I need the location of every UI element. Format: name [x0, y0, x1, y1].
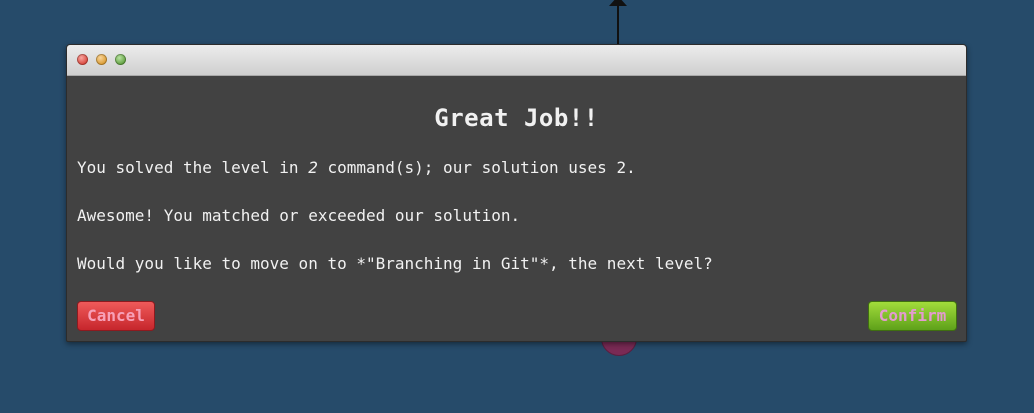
close-window-icon[interactable]	[77, 54, 88, 65]
command-count: 2	[308, 158, 318, 177]
dialog-content: Great Job!! You solved the level in 2 co…	[67, 104, 966, 276]
summary-suffix: command(s); our solution uses 2.	[317, 158, 636, 177]
arrow-up-icon	[609, 0, 627, 6]
solution-summary: You solved the level in 2 command(s); ou…	[77, 156, 956, 180]
branch-edge	[617, 0, 619, 46]
minimize-window-icon[interactable]	[96, 54, 107, 65]
confirm-button[interactable]: Confirm	[868, 301, 957, 331]
next-level-prompt: Would you like to move on to *"Branching…	[77, 254, 713, 273]
maximize-window-icon[interactable]	[115, 54, 126, 65]
level-complete-dialog: Great Job!! You solved the level in 2 co…	[66, 44, 967, 342]
dialog-title: Great Job!!	[434, 104, 599, 132]
cancel-button[interactable]: Cancel	[77, 301, 155, 331]
window-titlebar	[67, 45, 966, 76]
git-visualization-canvas: Great Job!! You solved the level in 2 co…	[0, 0, 1034, 413]
praise-message: Awesome! You matched or exceeded our sol…	[77, 206, 521, 225]
summary-prefix: You solved the level in	[77, 158, 309, 177]
